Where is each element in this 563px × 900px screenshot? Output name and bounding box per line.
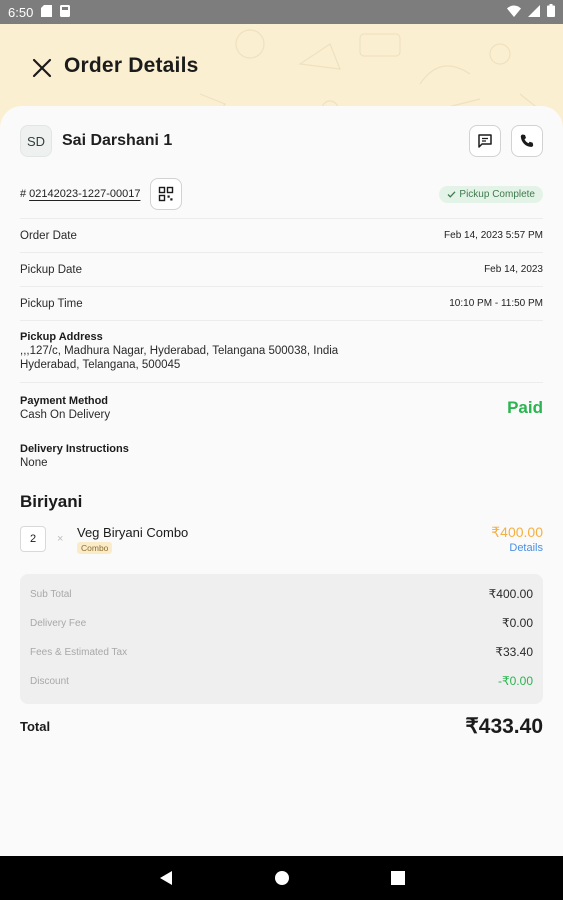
- call-button[interactable]: [511, 125, 543, 157]
- discount-value: -₹0.00: [498, 674, 533, 688]
- status-time: 6:50: [8, 4, 34, 20]
- fees-tax-value: ₹33.40: [495, 645, 533, 659]
- item-price: ₹400.00: [491, 524, 543, 540]
- customer-row: SD Sai Darshani 1: [20, 124, 543, 158]
- pickup-time-value: 10:10 PM - 11:50 PM: [449, 298, 543, 309]
- divider: [20, 382, 543, 383]
- list-item: 2 × Veg Biryani Combo Combo ₹400.00 Deta…: [20, 524, 543, 556]
- status-badge-label: Pickup Complete: [459, 188, 535, 200]
- payment-method-block: Payment Method Cash On Delivery: [20, 394, 543, 422]
- nav-recents-button[interactable]: [388, 868, 408, 888]
- cellular-icon: [528, 4, 540, 20]
- pickup-time-row: Pickup Time 10:10 PM - 11:50 PM: [20, 286, 543, 320]
- delivery-fee-label: Delivery Fee: [30, 617, 87, 629]
- pickup-address-line1: ,,,127/c, Madhura Nagar, Hyderabad, Tela…: [20, 345, 339, 357]
- total-label: Total: [20, 718, 51, 734]
- order-sheet: SD Sai Darshani 1 #02142023-1227-00017 P…: [0, 106, 563, 856]
- message-button[interactable]: [469, 125, 501, 157]
- section-title: Biriyani: [20, 492, 83, 511]
- avatar: SD: [20, 125, 52, 157]
- status-badge: Pickup Complete: [439, 185, 543, 203]
- order-date-label: Order Date: [20, 229, 77, 242]
- delivery-instructions-value: None: [20, 457, 48, 469]
- price-summary: Sub Total ₹400.00 Delivery Fee ₹0.00 Fee…: [20, 574, 543, 704]
- check-icon: [447, 190, 456, 198]
- order-date-row: Order Date Feb 14, 2023 5:57 PM: [20, 218, 543, 252]
- phone-icon: [520, 134, 534, 147]
- close-icon: [32, 58, 52, 78]
- fees-tax-label: Fees & Estimated Tax: [30, 646, 128, 658]
- pickup-address-block: Pickup Address ,,,127/c, Madhura Nagar, …: [20, 330, 543, 372]
- customer-name: Sai Darshani 1: [62, 132, 173, 149]
- pickup-time-label: Pickup Time: [20, 297, 83, 310]
- item-details-link[interactable]: Details: [509, 542, 543, 554]
- item-name: Veg Biryani Combo: [77, 525, 189, 540]
- subtotal-label: Sub Total: [30, 588, 72, 600]
- times-icon: ×: [57, 533, 64, 545]
- delivery-instructions-block: Delivery Instructions None: [20, 442, 543, 470]
- subtotal-value: ₹400.00: [488, 587, 533, 601]
- page-title: Order Details: [64, 54, 199, 77]
- order-number: #02142023-1227-00017: [20, 188, 140, 200]
- total-value: ₹433.40: [465, 714, 543, 738]
- divider: [20, 320, 543, 321]
- subtotal-row: Sub Total ₹400.00: [30, 584, 533, 604]
- nav-back-button[interactable]: [156, 868, 176, 888]
- item-tag: Combo: [77, 542, 113, 554]
- battery-icon: [547, 4, 555, 20]
- qr-code-icon: [159, 186, 174, 202]
- pickup-date-value: Feb 14, 2023: [484, 264, 543, 275]
- delivery-fee-row: Delivery Fee ₹0.00: [30, 613, 533, 633]
- navigation-bar: [0, 856, 563, 900]
- home-circle-icon: [274, 871, 289, 885]
- discount-row: Discount -₹0.00: [30, 671, 533, 691]
- storage-icon: [60, 4, 71, 20]
- total-row: Total ₹433.40: [20, 712, 543, 740]
- pickup-address-line2: Hyderabad, Telangana, 500045: [20, 359, 181, 371]
- order-number-hash: #: [20, 188, 27, 200]
- payment-status: Paid: [507, 398, 543, 417]
- payment-method-value: Cash On Delivery: [20, 409, 111, 421]
- delivery-fee-value: ₹0.00: [502, 616, 533, 630]
- recents-square-icon: [390, 871, 405, 885]
- back-triangle-icon: [159, 871, 172, 885]
- discount-label: Discount: [30, 675, 69, 687]
- wifi-icon: [507, 5, 521, 20]
- pickup-date-row: Pickup Date Feb 14, 2023: [20, 252, 543, 286]
- pickup-address-label: Pickup Address: [20, 331, 103, 343]
- close-button[interactable]: [28, 54, 56, 82]
- message-icon: [478, 134, 492, 148]
- delivery-instructions-label: Delivery Instructions: [20, 443, 129, 455]
- fees-tax-row: Fees & Estimated Tax ₹33.40: [30, 642, 533, 662]
- order-date-value: Feb 14, 2023 5:57 PM: [444, 230, 543, 241]
- payment-method-label: Payment Method: [20, 395, 109, 407]
- pickup-date-label: Pickup Date: [20, 263, 83, 276]
- status-bar: 6:50: [0, 0, 563, 24]
- nav-home-button[interactable]: [272, 868, 292, 888]
- qr-code-button[interactable]: [150, 178, 183, 210]
- order-number-link[interactable]: 02142023-1227-00017: [29, 188, 140, 200]
- sd-card-icon: [41, 4, 53, 20]
- order-number-row: #02142023-1227-00017 Pickup Complete: [20, 178, 543, 210]
- item-quantity: 2: [20, 526, 46, 552]
